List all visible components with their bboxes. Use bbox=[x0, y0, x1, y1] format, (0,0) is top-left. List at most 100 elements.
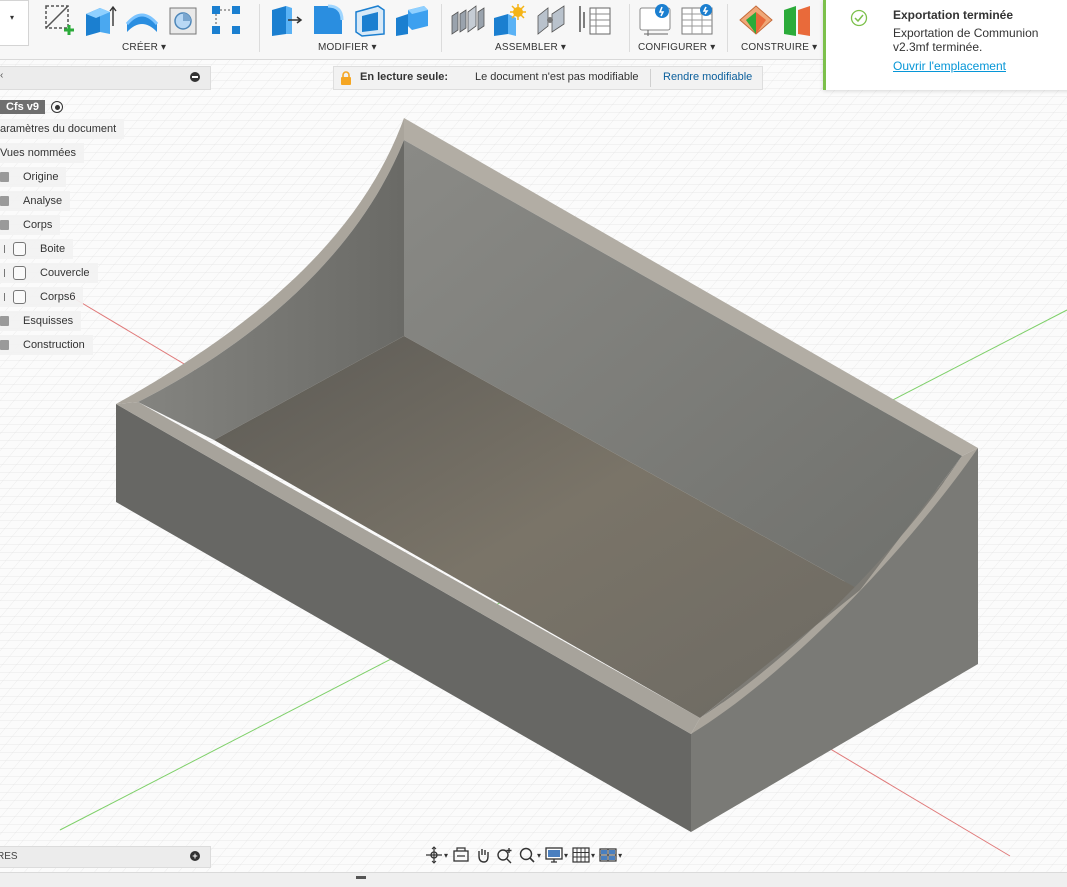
tree-item-body-boite[interactable]: Boite bbox=[0, 239, 74, 259]
radio-active-icon[interactable] bbox=[51, 101, 64, 113]
add-comment-icon[interactable]: + bbox=[190, 851, 200, 861]
combine-icon[interactable] bbox=[394, 2, 430, 38]
as-built-joint-icon[interactable] bbox=[534, 2, 570, 38]
notification-body-line2: v2.3mf terminée. bbox=[893, 40, 983, 54]
folder-icon bbox=[0, 340, 9, 350]
assemble-group: ASSEMBLER ▾ bbox=[450, 0, 630, 59]
open-location-link[interactable]: Ouvrir l'emplacement bbox=[893, 59, 1006, 73]
construct-menu[interactable]: CONSTRUIRE ▾ bbox=[741, 42, 817, 53]
tree-item-label: Corps6 bbox=[40, 291, 76, 303]
browser-root[interactable]: Cfs v9 bbox=[0, 97, 71, 117]
workspace-switcher[interactable]: ▾ bbox=[0, 0, 29, 46]
press-pull-icon[interactable] bbox=[268, 2, 304, 38]
joint-icon[interactable] bbox=[492, 2, 528, 38]
toolbar-divider bbox=[441, 4, 442, 52]
fit-button[interactable]: ▾ bbox=[518, 844, 541, 866]
visibility-icon[interactable] bbox=[0, 245, 5, 253]
tree-item-construction[interactable]: Construction bbox=[0, 335, 93, 355]
timeline-marker[interactable] bbox=[356, 876, 366, 879]
visibility-icon[interactable] bbox=[0, 269, 5, 277]
fillet-icon[interactable] bbox=[310, 2, 346, 38]
tree-item-label: Corps bbox=[23, 219, 53, 231]
tree-item-named-views[interactable]: Vues nommées bbox=[0, 143, 85, 163]
pan-button[interactable] bbox=[474, 844, 492, 866]
check-circle-icon bbox=[850, 9, 868, 27]
tree-item-label: aramètres du document bbox=[0, 123, 117, 135]
chevron-down-icon: ▾ bbox=[564, 850, 569, 860]
create-sketch-icon[interactable] bbox=[40, 2, 76, 38]
viewports-icon bbox=[599, 848, 617, 862]
tree-item-label: Construction bbox=[23, 339, 85, 351]
folder-icon bbox=[0, 172, 9, 182]
tree-item-body-corps6[interactable]: Corps6 bbox=[0, 287, 84, 307]
tree-item-body-couvercle[interactable]: Couvercle bbox=[0, 263, 98, 283]
assemble-menu[interactable]: ASSEMBLER ▾ bbox=[495, 42, 566, 53]
read-only-message: Le document n'est pas modifiable bbox=[475, 71, 639, 83]
notification-title: Exportation terminée bbox=[893, 8, 1014, 22]
orbit-button[interactable]: ▾ bbox=[425, 844, 448, 866]
comments-panel-header: RES + bbox=[0, 846, 211, 868]
tree-item-label: Origine bbox=[23, 171, 59, 183]
modify-group: MODIFIER ▾ bbox=[268, 0, 438, 59]
toolbar-divider bbox=[259, 4, 260, 52]
body-icon bbox=[13, 266, 26, 280]
document-name[interactable]: Cfs v9 bbox=[0, 100, 46, 114]
plane-at-angle-icon[interactable] bbox=[780, 2, 816, 38]
extrude-icon[interactable] bbox=[82, 2, 118, 38]
orbit-icon bbox=[426, 846, 442, 864]
shell-icon[interactable] bbox=[352, 2, 388, 38]
read-only-banner: En lecture seule: Le document n'est pas … bbox=[333, 66, 763, 90]
chevron-down-icon: ▾ bbox=[618, 850, 623, 860]
lock-icon bbox=[341, 71, 351, 85]
3d-viewport[interactable] bbox=[0, 0, 1067, 886]
tree-item-label: Analyse bbox=[23, 195, 63, 207]
create-group: CRÉER ▾ bbox=[40, 0, 255, 59]
hole-icon[interactable] bbox=[166, 2, 202, 38]
export-notification: Exportation terminée Exportation de Comm… bbox=[823, 0, 1067, 90]
grid-settings-icon bbox=[572, 847, 590, 863]
parameters-icon[interactable] bbox=[638, 2, 674, 38]
viewports-button[interactable]: ▾ bbox=[599, 844, 622, 866]
configure-menu[interactable]: CONFIGURER ▾ bbox=[638, 42, 715, 53]
zoom-button[interactable] bbox=[496, 844, 514, 866]
tree-item-origin[interactable]: Origine bbox=[0, 167, 67, 187]
folder-icon bbox=[0, 220, 9, 230]
offset-plane-icon[interactable] bbox=[738, 2, 774, 38]
construct-group: CONSTRUIRE ▾ bbox=[738, 0, 823, 59]
display-settings-button[interactable]: ▾ bbox=[545, 844, 568, 866]
tree-item-document-settings[interactable]: aramètres du document bbox=[0, 119, 125, 139]
joint-origin-icon[interactable] bbox=[576, 2, 612, 38]
tree-item-analysis[interactable]: Analyse bbox=[0, 191, 71, 211]
tree-item-label: Esquisses bbox=[23, 315, 74, 327]
browser-title-caret-icon[interactable]: ‹ bbox=[0, 70, 3, 81]
timeline-strip bbox=[0, 872, 1067, 887]
pan-icon bbox=[478, 849, 489, 863]
navigation-bar: ▾ ▾ ▾ ▾ ▾ bbox=[425, 843, 665, 867]
comments-panel-label: RES bbox=[0, 851, 18, 862]
new-component-icon[interactable] bbox=[450, 2, 486, 38]
tree-item-sketches[interactable]: Esquisses bbox=[0, 311, 82, 331]
tree-item-label: Boite bbox=[40, 243, 66, 255]
grid-settings-button[interactable]: ▾ bbox=[572, 844, 595, 866]
tree-item-label: Vues nommées bbox=[0, 147, 77, 159]
look-at-button[interactable] bbox=[452, 844, 470, 866]
chevron-down-icon: ▾ bbox=[444, 850, 449, 860]
folder-icon bbox=[0, 316, 9, 326]
chevron-down-icon: ▾ bbox=[10, 13, 15, 22]
configuration-table-icon[interactable] bbox=[680, 2, 716, 38]
toolbar-divider bbox=[727, 4, 728, 52]
pattern-icon[interactable] bbox=[208, 2, 244, 38]
visibility-icon[interactable] bbox=[0, 293, 5, 301]
display-settings-icon bbox=[545, 847, 563, 863]
revolve-icon[interactable] bbox=[124, 2, 160, 38]
tree-item-bodies[interactable]: Corps bbox=[0, 215, 61, 235]
modify-menu[interactable]: MODIFIER ▾ bbox=[318, 42, 377, 53]
create-menu[interactable]: CRÉER ▾ bbox=[122, 42, 166, 53]
tree-item-label: Couvercle bbox=[40, 267, 90, 279]
folder-icon bbox=[0, 196, 9, 206]
fit-icon bbox=[519, 847, 535, 863]
body-icon bbox=[13, 242, 26, 256]
look-at-icon bbox=[453, 847, 469, 862]
make-editable-link[interactable]: Rendre modifiable bbox=[663, 71, 752, 83]
browser-collapse-icon[interactable] bbox=[190, 72, 200, 82]
